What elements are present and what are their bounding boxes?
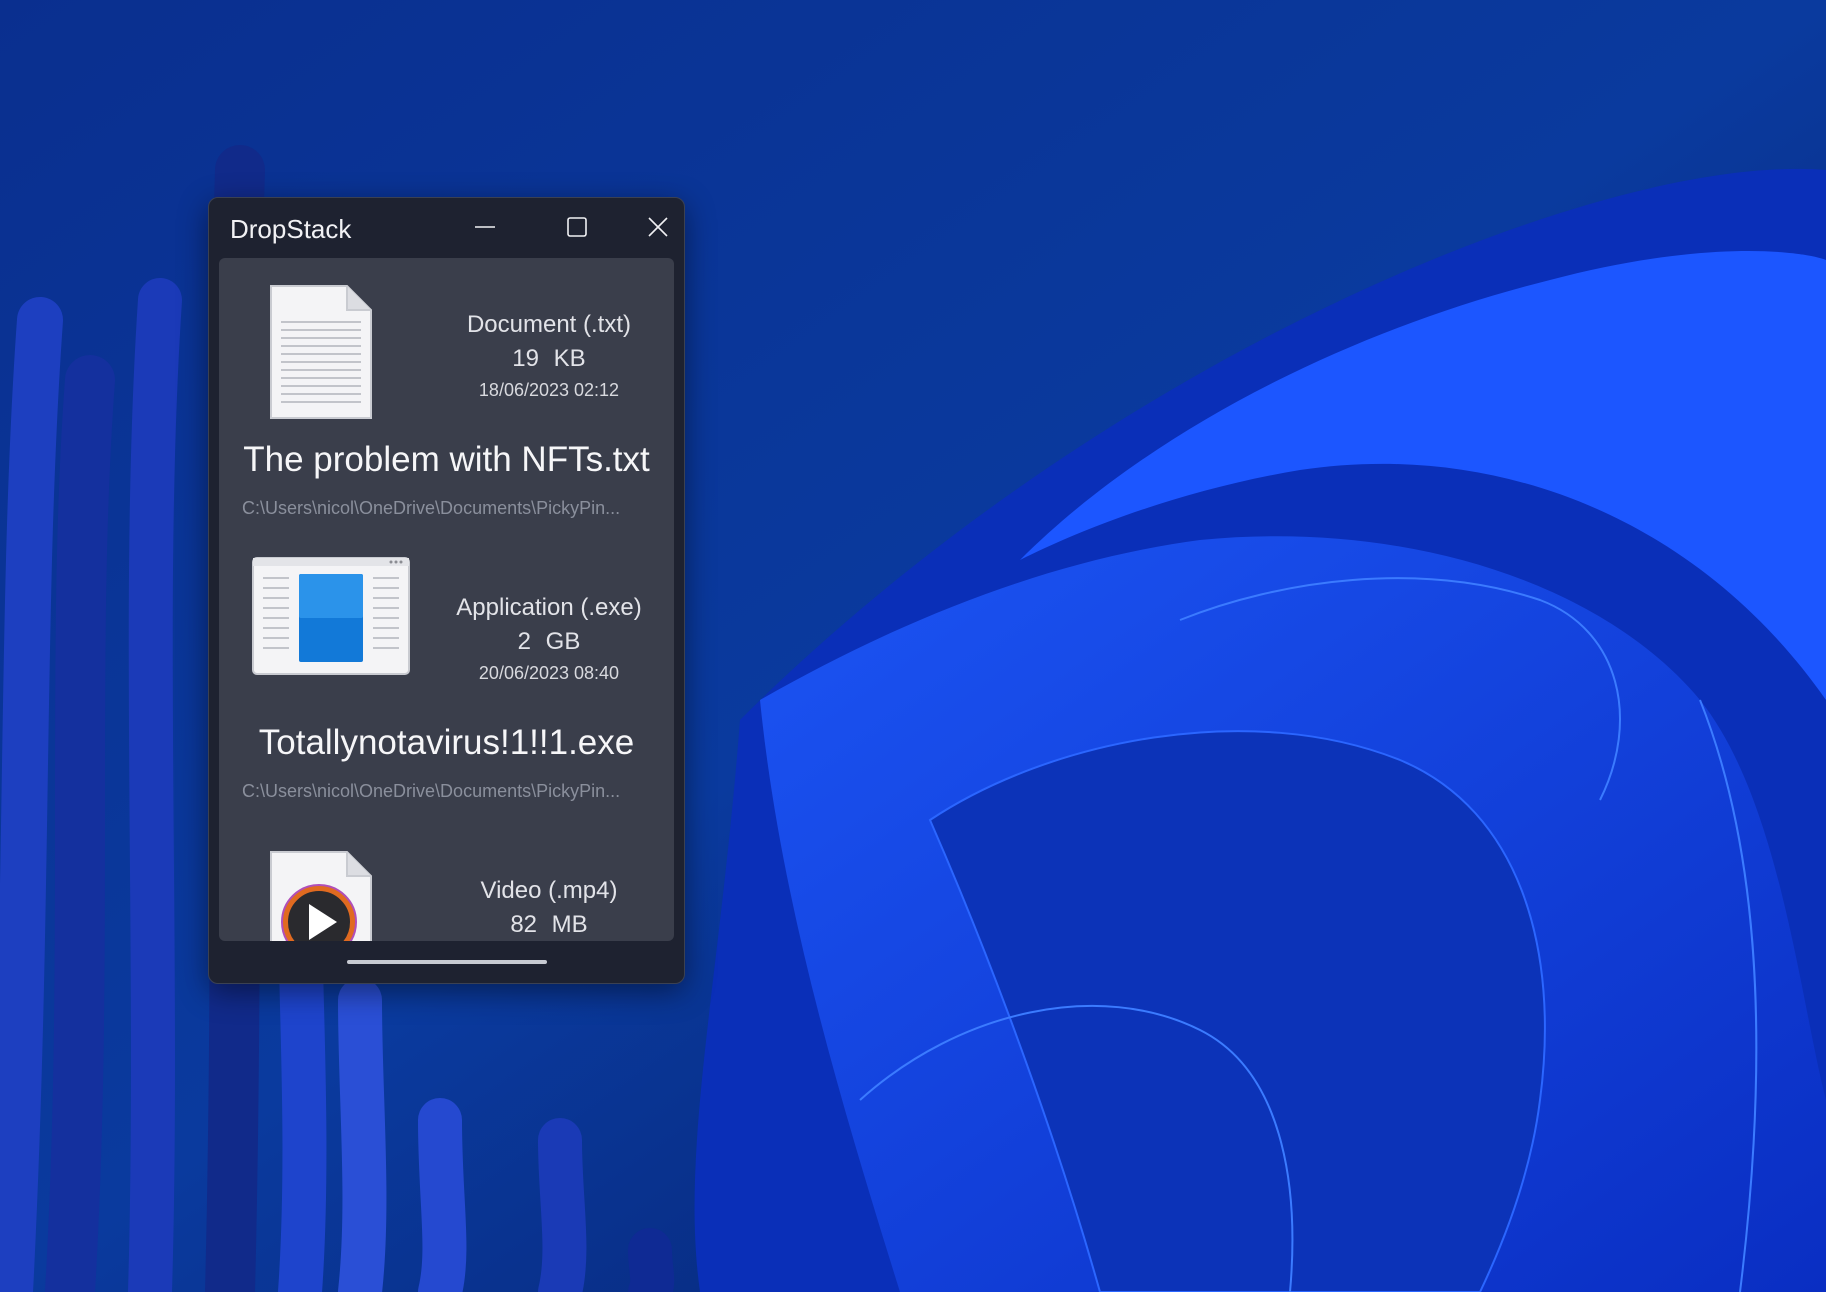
dropstack-window: DropStack Document (.txt) 19 KB 18/06/20… (208, 197, 685, 984)
title-bar[interactable]: DropStack (209, 198, 684, 256)
file-path: C:\Users\nicol\OneDrive\Documents\PickyP… (242, 498, 621, 518)
file-meta: Video (.mp4) 82 MB (449, 874, 649, 941)
file-meta: Document (.txt) 19 KB 18/06/2023 02:12 (449, 308, 649, 404)
file-type: Application (.exe) (456, 594, 642, 621)
file-meta: Application (.exe) 2 GB 20/06/2023 08:40 (449, 591, 649, 687)
minimize-button[interactable] (453, 206, 517, 248)
file-name: The problem with NFTs.txt (243, 440, 650, 479)
file-stack-list[interactable]: Document (.txt) 19 KB 18/06/2023 02:12 T… (219, 258, 674, 941)
file-path: C:\Users\nicol\OneDrive\Documents\PickyP… (242, 781, 621, 801)
application-window-icon (252, 557, 410, 675)
file-item[interactable]: Application (.exe) 2 GB 20/06/2023 08:40… (219, 541, 674, 824)
file-type: Video (.mp4) (480, 877, 618, 904)
close-button[interactable] (636, 206, 684, 248)
file-item[interactable]: Video (.mp4) 82 MB (219, 824, 674, 941)
maximize-button[interactable] (545, 206, 609, 248)
file-size: 19 KB (512, 345, 586, 372)
file-type: Document (.txt) (466, 311, 632, 338)
minimize-icon (475, 226, 495, 228)
file-item[interactable]: Document (.txt) 19 KB 18/06/2023 02:12 T… (219, 258, 674, 541)
text-document-icon (270, 285, 372, 419)
drag-handle[interactable] (347, 960, 547, 964)
window-title: DropStack (230, 214, 352, 244)
file-date: 18/06/2023 02:12 (478, 380, 620, 400)
close-icon (648, 217, 668, 237)
file-name: Totallynotavirus!1!!1.exe (258, 723, 635, 762)
file-size: 2 GB (517, 628, 581, 655)
file-size: 82 MB (510, 911, 588, 938)
maximize-icon (567, 217, 587, 237)
video-file-icon (270, 851, 372, 941)
file-date: 20/06/2023 08:40 (478, 663, 620, 683)
